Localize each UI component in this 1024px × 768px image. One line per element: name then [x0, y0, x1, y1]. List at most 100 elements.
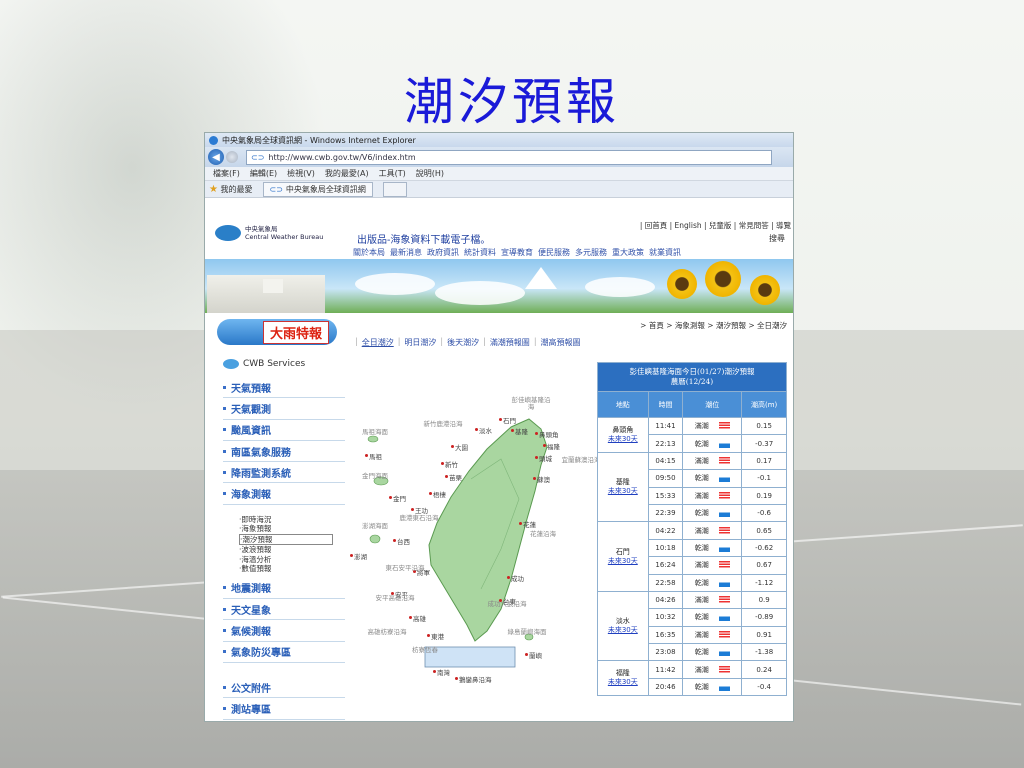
- tide-nav-item[interactable]: 全日潮汐: [362, 337, 394, 348]
- breadcrumb[interactable]: > 首頁 > 海象測報 > 潮汐預報 > 全日潮汐: [640, 320, 787, 331]
- main-nav-item[interactable]: 宣導教育: [501, 247, 533, 258]
- tide-height: -0.89: [741, 608, 787, 627]
- tide-nav-item[interactable]: 潮高預報圖: [541, 337, 581, 348]
- top-links[interactable]: | 回首頁 | English | 兒童版 | 常見問答 | 導覽: [640, 220, 791, 231]
- tide-level-text: 乾潮: [694, 648, 709, 657]
- map-sea-label[interactable]: 澎湖海面: [355, 523, 395, 530]
- map-city-label[interactable]: 花蓮: [523, 519, 536, 529]
- sidebar-item[interactable]: 天氣觀測: [223, 398, 345, 420]
- map-city-label[interactable]: 台西: [397, 536, 410, 546]
- map-city-label[interactable]: 苗栗: [449, 472, 462, 482]
- sidebar-item[interactable]: 南區氣象服務: [223, 441, 345, 463]
- main-nav-item[interactable]: 就業資訊: [649, 247, 681, 258]
- sidebar-subitem[interactable]: ‧海象預報: [239, 524, 345, 534]
- sidebar-item[interactable]: 海象測報: [223, 483, 345, 505]
- map-sea-label[interactable]: 綠島蘭嶼海面: [507, 629, 547, 636]
- sidebar-subitem[interactable]: ‧即時海況: [239, 515, 345, 525]
- map-city-label[interactable]: 新竹: [445, 459, 458, 469]
- sidebar-subitem[interactable]: ‧海溫分析: [239, 555, 345, 565]
- future-30-days-link[interactable]: 未來30天: [598, 557, 648, 566]
- map-city-label[interactable]: 福隆: [547, 441, 560, 451]
- map-sea-label[interactable]: 彭佳嶼基隆沿海: [511, 397, 551, 411]
- main-nav-item[interactable]: 最新消息: [390, 247, 422, 258]
- future-30-days-link[interactable]: 未來30天: [598, 487, 648, 496]
- map-city-label[interactable]: 東港: [431, 631, 444, 641]
- address-bar[interactable]: ⊂⊃ http://www.cwb.gov.tw/V6/index.htm: [246, 149, 772, 165]
- map-sea-label[interactable]: 馬祖海面: [355, 429, 395, 436]
- map-sea-label[interactable]: 成功大武沿海: [487, 601, 527, 608]
- map-city-label[interactable]: 蘭嶼: [529, 650, 542, 660]
- sidebar-subitem[interactable]: ‧潮汐預報: [239, 533, 333, 546]
- cwb-logo[interactable]: 中央氣象局 Central Weather Bureau: [215, 225, 323, 241]
- map-city-label[interactable]: 鵝鑾鼻沿海: [459, 674, 492, 684]
- browser-tab[interactable]: ⊂⊃ 中央氣象局全球資訊網: [262, 181, 373, 197]
- sidebar-item[interactable]: 氣象防災專區: [223, 642, 345, 663]
- tide-nav-item[interactable]: 明日潮汐: [404, 337, 436, 348]
- back-button[interactable]: ◀: [208, 149, 224, 165]
- map-city-label[interactable]: 大園: [455, 442, 468, 452]
- map-city-label[interactable]: 淡水: [479, 425, 492, 435]
- map-city-label[interactable]: 高雄: [413, 613, 426, 623]
- tide-nav-item[interactable]: 滿潮預報圖: [490, 337, 530, 348]
- sidebar-item[interactable]: 天氣預報: [223, 377, 345, 399]
- map-station-dot: [365, 454, 368, 457]
- map-sea-label[interactable]: 東石安平沿海: [385, 565, 425, 572]
- map-sea-label[interactable]: 金門海面: [355, 473, 395, 480]
- main-nav-item[interactable]: 政府資訊: [427, 247, 459, 258]
- sidebar-item[interactable]: 颱風資訊: [223, 420, 345, 441]
- future-30-days-link[interactable]: 未來30天: [598, 626, 648, 635]
- map-city-label[interactable]: 馬祖: [369, 451, 382, 461]
- cwb-services[interactable]: CWB Services: [223, 359, 345, 369]
- map-city-label[interactable]: 成功: [511, 573, 524, 583]
- map-station-dot: [519, 522, 522, 525]
- sidebar-item[interactable]: 氣候測報: [223, 620, 345, 642]
- map-city-label[interactable]: 澎湖: [354, 551, 367, 561]
- map-sea-label[interactable]: 高雄枋寮沿海: [367, 629, 407, 636]
- sidebar-subitem[interactable]: ‧波浪預報: [239, 545, 345, 555]
- tide-time: 09:50: [647, 469, 684, 488]
- menu-item[interactable]: 檢視(V): [287, 168, 315, 179]
- promo-text[interactable]: 出版品-海象資料下載電子檔。: [357, 231, 490, 246]
- map-city-label[interactable]: 頭城: [539, 453, 552, 463]
- taiwan-map[interactable]: 石門 淡水 基隆 鼻頭角 福隆 頭城 蘇澳 大園 新竹 苗栗 馬祖 金門 梧棲 王功 台西 澎湖 將軍 安平 成功台…: [350, 369, 601, 689]
- menu-item[interactable]: 說明(H): [416, 168, 444, 179]
- sidebar-item[interactable]: 天文星象: [223, 599, 345, 621]
- menu-item[interactable]: 我的最愛(A): [325, 168, 369, 179]
- map-sea-label[interactable]: 宜蘭蘇澳沿海: [561, 457, 601, 464]
- main-nav-item[interactable]: 統計資料: [464, 247, 496, 258]
- menu-item[interactable]: 檔案(F): [213, 168, 240, 179]
- sidebar-item[interactable]: 測站專區: [223, 698, 345, 720]
- main-nav-item[interactable]: 便民服務: [538, 247, 570, 258]
- sidebar-subitem[interactable]: ‧數值預報: [239, 564, 345, 574]
- map-city-label[interactable]: 基隆: [515, 426, 528, 436]
- main-nav-item[interactable]: 關於本局: [353, 247, 385, 258]
- heavy-rain-warning-button[interactable]: 大雨特報: [217, 319, 337, 345]
- map-sea-label[interactable]: 花蓮沿海: [523, 531, 563, 538]
- map-sea-label[interactable]: 鹿港東石沿海: [399, 515, 439, 522]
- map-city-label[interactable]: 金門: [393, 493, 406, 503]
- map-city-label[interactable]: 南灣: [437, 667, 450, 677]
- tide-level: 乾潮: [682, 573, 743, 592]
- search-label[interactable]: 搜尋: [769, 233, 785, 244]
- main-nav-item[interactable]: 多元服務: [575, 247, 607, 258]
- favorites-button[interactable]: ★ 我的最愛: [209, 184, 253, 195]
- future-30-days-link[interactable]: 未來30天: [598, 678, 648, 687]
- new-tab-button[interactable]: [382, 181, 407, 197]
- forward-button[interactable]: [226, 151, 238, 163]
- tide-nav-item[interactable]: 後天潮汐: [447, 337, 479, 348]
- map-city-label[interactable]: 梧棲: [433, 489, 446, 499]
- sidebar-item[interactable]: 公文附件: [223, 677, 345, 699]
- menu-item[interactable]: 編輯(E): [250, 168, 277, 179]
- sidebar-item[interactable]: 降雨監測系統: [223, 462, 345, 484]
- sidebar-item[interactable]: 地震測報: [223, 578, 345, 600]
- map-sea-label[interactable]: 枋寮恆春: [405, 647, 445, 654]
- menu-item[interactable]: 工具(T): [379, 168, 406, 179]
- map-city-label[interactable]: 石門: [503, 415, 516, 425]
- future-30-days-link[interactable]: 未來30天: [598, 435, 648, 444]
- map-sea-label[interactable]: 安平高雄沿海: [375, 595, 415, 602]
- map-city-label[interactable]: 蘇澳: [537, 474, 550, 484]
- map-sea-label[interactable]: 新竹鹿港沿海: [423, 421, 463, 428]
- address-url: http://www.cwb.gov.tw/V6/index.htm: [268, 152, 416, 162]
- map-city-label[interactable]: 鼻頭角: [539, 429, 559, 439]
- main-nav-item[interactable]: 重大政策: [612, 247, 644, 258]
